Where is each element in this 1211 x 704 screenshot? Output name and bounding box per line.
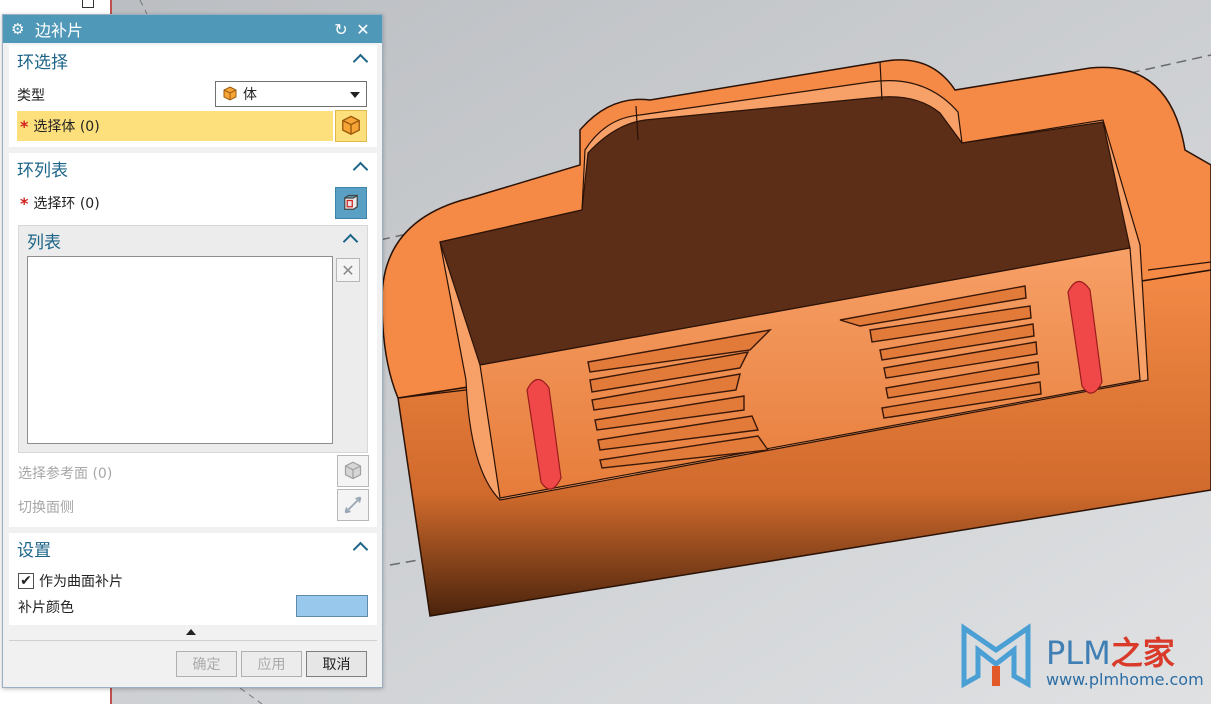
window-control-box[interactable] bbox=[82, 0, 94, 8]
select-body-label: 选择体 (0) bbox=[33, 119, 100, 135]
watermark-url: www.plmhome.com bbox=[1046, 670, 1204, 689]
switch-side-label: 切换面侧 bbox=[18, 500, 74, 516]
apply-button[interactable]: 应用 bbox=[241, 651, 302, 677]
collapse-caret-icon[interactable] bbox=[353, 160, 369, 176]
chevron-down-icon bbox=[350, 92, 360, 98]
switch-side-button[interactable] bbox=[337, 489, 369, 521]
type-dropdown-value: 体 bbox=[243, 87, 257, 103]
section-title: 环选择 bbox=[17, 52, 68, 73]
collapse-caret-icon[interactable] bbox=[353, 52, 369, 68]
select-loop-button[interactable] bbox=[335, 187, 367, 219]
dialog-titlebar[interactable]: ⚙ 边补片 ↻ ✕ bbox=[3, 15, 382, 43]
patch-color-label: 补片颜色 bbox=[18, 600, 74, 616]
ref-face-label: 选择参考面 (0) bbox=[18, 466, 113, 482]
section-loop-select: 环选择 类型 体 * 选择体 (0) bbox=[9, 45, 377, 147]
watermark-brand: PLM之家 bbox=[1046, 628, 1175, 674]
gear-icon[interactable]: ⚙ bbox=[11, 20, 29, 38]
select-loop-row[interactable]: * 选择环 (0) bbox=[20, 193, 100, 213]
body-cube-icon bbox=[342, 115, 360, 136]
section-title: 环列表 bbox=[17, 160, 68, 181]
list-subsection-title: 列表 bbox=[27, 232, 61, 253]
body-cube-icon bbox=[223, 86, 237, 101]
expand-arrow-icon[interactable] bbox=[186, 629, 196, 635]
surface-patch-label: 作为曲面补片 bbox=[39, 574, 123, 590]
list-subsection: 列表 ✕ bbox=[18, 225, 368, 453]
watermark-brand-en: PLM bbox=[1046, 634, 1111, 672]
face-cube-icon bbox=[344, 461, 362, 480]
section-header-loop-list[interactable]: 环列表 bbox=[9, 153, 377, 183]
select-body-row[interactable]: * 选择体 (0) bbox=[17, 111, 333, 141]
section-header-settings[interactable]: 设置 bbox=[9, 533, 377, 563]
surface-patch-option[interactable]: ✔ 作为曲面补片 bbox=[18, 571, 123, 591]
flip-direction-icon bbox=[344, 496, 362, 514]
collapse-caret-icon[interactable] bbox=[353, 540, 369, 556]
required-star-icon: * bbox=[20, 116, 29, 136]
required-star-icon: * bbox=[20, 193, 29, 213]
patch-color-swatch[interactable] bbox=[296, 595, 368, 617]
section-header-loop-select[interactable]: 环选择 bbox=[9, 45, 377, 75]
section-title: 设置 bbox=[17, 540, 51, 561]
watermark-brand-cn: 之家 bbox=[1110, 634, 1175, 672]
loop-listbox[interactable] bbox=[27, 256, 333, 444]
section-settings: 设置 ✔ 作为曲面补片 补片颜色 bbox=[9, 533, 377, 625]
collapse-caret-icon[interactable] bbox=[343, 232, 359, 248]
select-ref-face-button[interactable] bbox=[337, 455, 369, 487]
type-label: 类型 bbox=[17, 88, 45, 104]
loop-edge-icon bbox=[344, 194, 358, 210]
select-loop-label: 选择环 (0) bbox=[33, 196, 100, 212]
surface-patch-checkbox[interactable]: ✔ bbox=[18, 573, 34, 589]
close-icon[interactable]: ✕ bbox=[352, 20, 374, 39]
list-subsection-header[interactable]: 列表 bbox=[19, 226, 367, 254]
remove-x-icon: ✕ bbox=[341, 260, 355, 280]
cancel-button[interactable]: 取消 bbox=[306, 651, 367, 677]
type-dropdown[interactable]: 体 bbox=[215, 81, 367, 107]
select-body-button[interactable] bbox=[335, 110, 367, 142]
remove-button[interactable]: ✕ bbox=[336, 258, 360, 282]
dialog-title: 边补片 bbox=[35, 21, 84, 40]
edge-patch-dialog[interactable]: ⚙ 边补片 ↻ ✕ 环选择 类型 体 * 选择体 (0) 环列表 * 选择环 (… bbox=[2, 14, 383, 688]
divider bbox=[9, 640, 377, 641]
ok-button[interactable]: 确定 bbox=[176, 651, 237, 677]
reset-icon[interactable]: ↻ bbox=[330, 20, 352, 39]
section-loop-list: 环列表 * 选择环 (0) 列表 ✕ 选择参考面 (0) 切换面侧 bbox=[9, 153, 377, 527]
